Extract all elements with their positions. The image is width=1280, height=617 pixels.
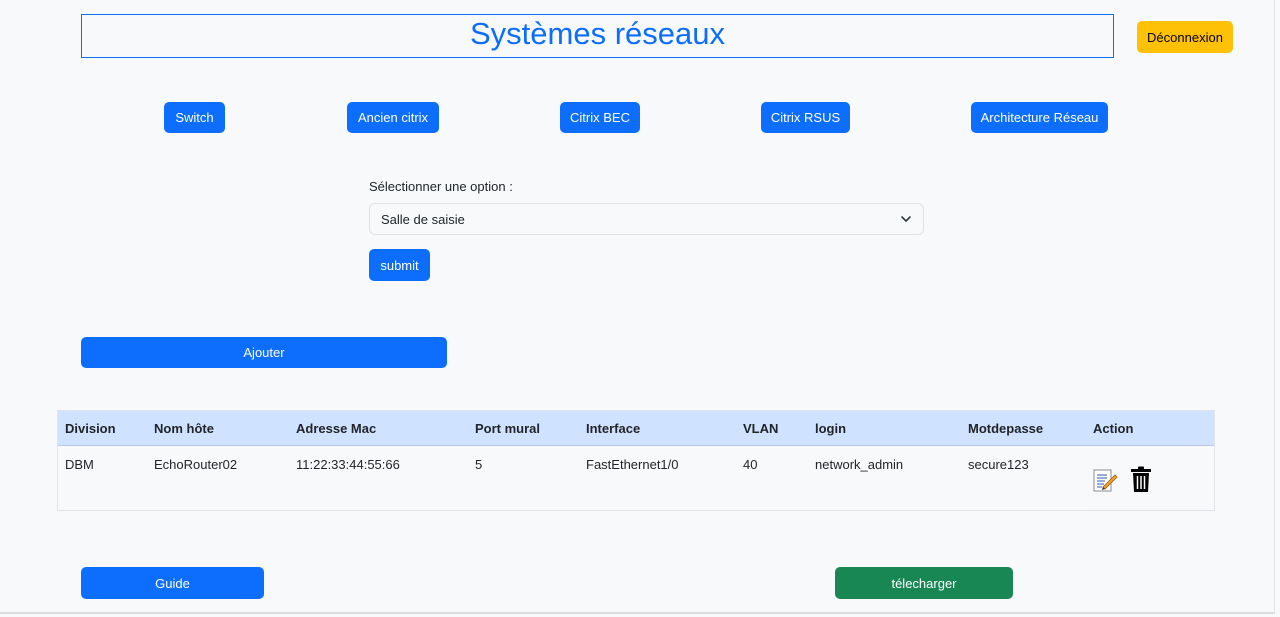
add-button[interactable]: Ajouter — [81, 337, 447, 368]
data-table: Division Nom hôte Adresse Mac Port mural… — [57, 410, 1215, 511]
download-button[interactable]: télecharger — [835, 567, 1013, 599]
page: Systèmes réseaux Déconnexion Switch Anci… — [0, 0, 1275, 614]
guide-button[interactable]: Guide — [81, 567, 264, 599]
trash-icon[interactable] — [1130, 466, 1152, 493]
select-label: Sélectionner une option : — [369, 179, 513, 194]
header-mac: Adresse Mac — [296, 421, 377, 436]
chevron-down-icon — [901, 216, 911, 222]
option-select[interactable]: Salle de saisie — [369, 203, 924, 235]
header-login: login — [815, 421, 847, 436]
cell-login: network_admin — [815, 457, 904, 472]
cell-actions — [1086, 447, 1215, 511]
header-hostname: Nom hôte — [154, 421, 214, 436]
cell-port: 5 — [475, 457, 483, 472]
submit-button[interactable]: submit — [369, 249, 430, 281]
cell-password: secure123 — [968, 457, 1029, 472]
nav-switch-button[interactable]: Switch — [164, 102, 225, 133]
page-title-box: Systèmes réseaux — [81, 14, 1114, 58]
cell-mac: 11:22:33:44:55:66 — [296, 457, 400, 472]
header-password: Motdepasse — [968, 421, 1044, 436]
cell-interface: FastEthernet1/0 — [586, 457, 679, 472]
nav-ancien-citrix-button[interactable]: Ancien citrix — [347, 102, 439, 133]
nav-citrix-rsus-button[interactable]: Citrix RSUS — [761, 102, 850, 133]
nav-citrix-bec-button[interactable]: Citrix BEC — [560, 102, 640, 133]
edit-icon[interactable] — [1092, 467, 1118, 493]
header-division: Division — [65, 421, 116, 436]
header-vlan: VLAN — [743, 421, 779, 436]
nav-architecture-reseau-button[interactable]: Architecture Réseau — [971, 102, 1108, 133]
header-interface: Interface — [586, 421, 641, 436]
cell-hostname: EchoRouter02 — [154, 457, 238, 472]
header-port: Port mural — [475, 421, 541, 436]
page-title: Systèmes réseaux — [470, 15, 725, 51]
cell-division: DBM — [65, 457, 94, 472]
logout-button[interactable]: Déconnexion — [1137, 21, 1233, 53]
cell-vlan: 40 — [743, 457, 758, 472]
select-value: Salle de saisie — [381, 211, 465, 227]
table-header: Division Nom hôte Adresse Mac Port mural… — [58, 411, 1214, 446]
header-action: Action — [1093, 421, 1134, 436]
